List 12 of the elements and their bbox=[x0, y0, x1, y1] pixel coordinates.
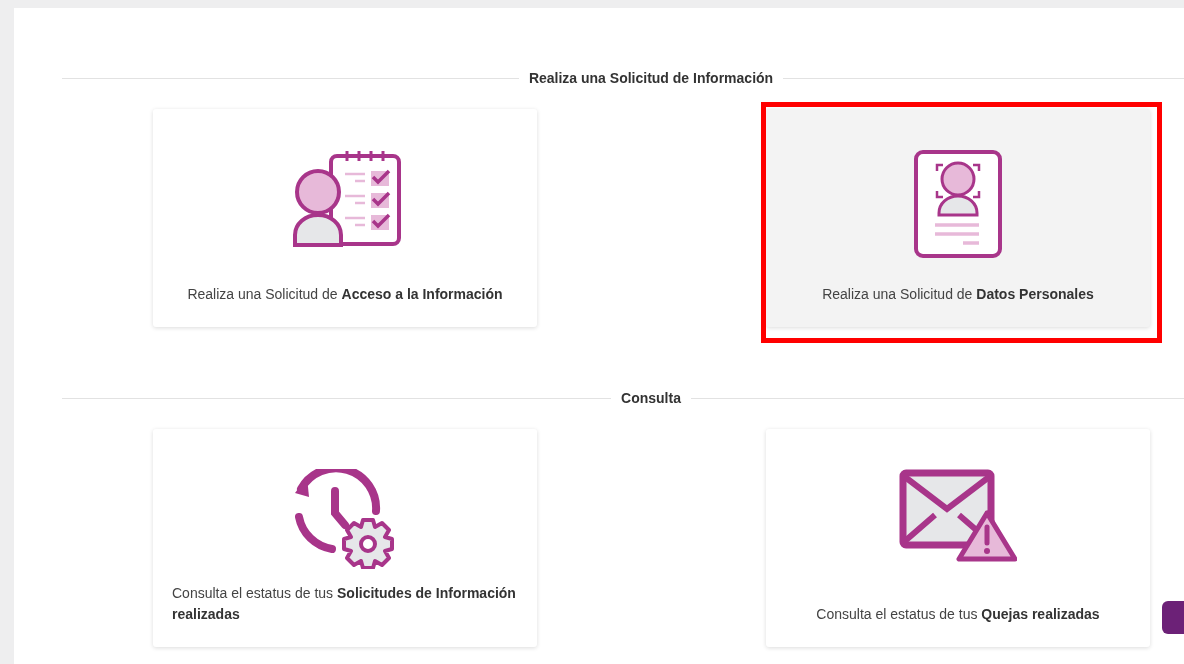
id-card-icon bbox=[913, 149, 1003, 259]
option-card[interactable]: Realiza una Solicitud de Acceso a la Información bbox=[153, 109, 537, 327]
card-label: Realiza una Solicitud de Datos Personales bbox=[822, 285, 1094, 304]
card-label: Consulta el estatus de tus Solicitudes de Información realizadas bbox=[172, 584, 517, 624]
option-card[interactable]: Consulta el estatus de tus Solicitudes de Información realizadas bbox=[153, 429, 537, 647]
section-title: Realiza una Solicitud de Información bbox=[528, 70, 774, 86]
section-title: Consulta bbox=[621, 390, 681, 406]
card-label: Consulta el estatus de tus Quejas realizadas bbox=[816, 605, 1100, 624]
option-card[interactable]: Consulta el estatus de tus Quejas realizadas bbox=[766, 429, 1150, 647]
mail-warning-icon bbox=[899, 469, 1017, 565]
card-label: Realiza una Solicitud de Acceso a la Información bbox=[187, 285, 503, 304]
history-gear-icon bbox=[293, 469, 397, 569]
